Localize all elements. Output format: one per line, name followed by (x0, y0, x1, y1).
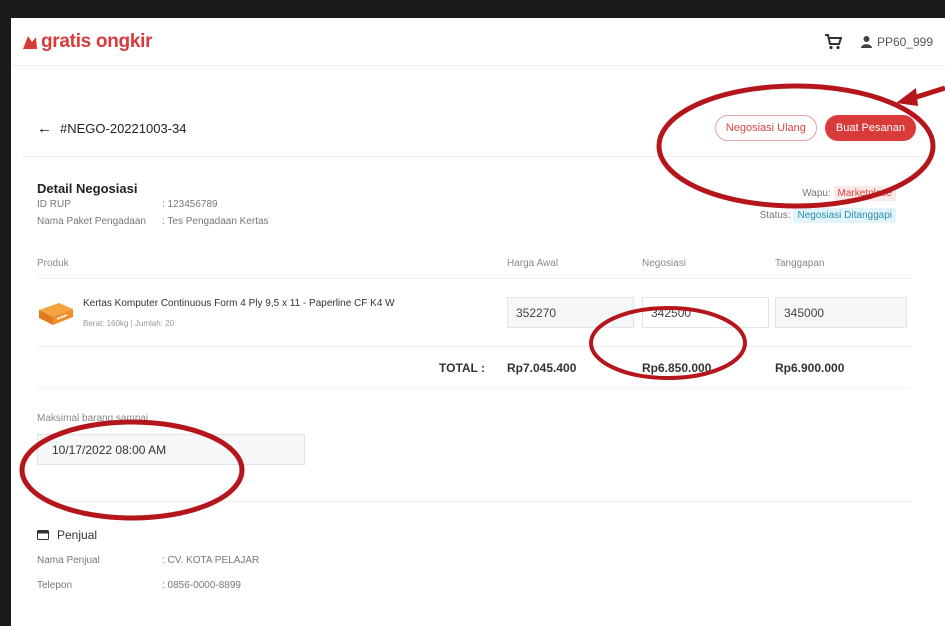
logo[interactable]: gratis ongkir (21, 31, 152, 53)
store-icon (37, 530, 49, 540)
seller-phone-row: Telepon : 0856-0000-8899 (37, 580, 911, 591)
product-cell: Kertas Komputer Continuous Form 4 Ply 9,… (37, 298, 507, 328)
total-harga-awal: Rp7.045.400 (507, 360, 577, 375)
seller-name-key: Nama Penjual (37, 555, 100, 566)
package-key: Nama Paket Pengadaan (37, 216, 146, 227)
header-negosiasi: Negosiasi (642, 258, 686, 269)
seller-name-value: : CV. KOTA PELAJAR (162, 555, 260, 566)
seller-name-row: Nama Penjual : CV. KOTA PELAJAR (37, 555, 911, 566)
tanggapan-field: 345000 (775, 297, 907, 328)
delivery-datetime-input[interactable]: 10/17/2022 08:00 AM (37, 434, 305, 465)
wapu-badge: Marketplace (833, 186, 896, 201)
total-negosiasi: Rp6.850.000 (642, 360, 712, 375)
cart-icon[interactable] (824, 33, 842, 50)
back-arrow-icon: ← (37, 119, 52, 137)
product-name: Kertas Komputer Continuous Form 4 Ply 9,… (83, 297, 395, 309)
delivery-section: Maksimal barang sampai 10/17/2022 08:00 … (37, 389, 911, 502)
total-label: TOTAL : (439, 360, 485, 375)
product-image (39, 302, 73, 325)
negotiation-detail: Detail Negosiasi ID RUP : 123456789 Nama… (37, 157, 911, 249)
username: PP60_999 (876, 34, 933, 49)
rup-key: ID RUP (37, 199, 71, 210)
delivery-label: Maksimal barang sampai (37, 413, 149, 424)
table-row: Kertas Komputer Continuous Form 4 Ply 9,… (37, 279, 911, 347)
rup-value: : 123456789 (162, 199, 218, 210)
seller-phone-key: Telepon (37, 580, 73, 591)
total-row: TOTAL : Rp7.045.400 Rp6.850.000 Rp6.900.… (37, 347, 911, 389)
card-header: ← #NEGO-20221003-34 Negosiasi Ulang Buat… (22, 100, 926, 157)
total-tanggapan: Rp6.900.000 (775, 360, 845, 375)
table-header: Produk Harga Awal Negosiasi Tanggapan (37, 249, 911, 279)
logo-text: gratis ongkir (41, 30, 153, 52)
negosiasi-field[interactable]: 342500 (642, 297, 769, 328)
negotiation-card: ← #NEGO-20221003-34 Negosiasi Ulang Buat… (22, 100, 926, 620)
user-menu[interactable]: PP60_999 (860, 35, 933, 49)
create-order-button[interactable]: Buat Pesanan (824, 115, 916, 141)
logo-mark-icon (23, 35, 37, 49)
status-label: Status: (759, 210, 791, 221)
page-title: #NEGO-20221003-34 (60, 120, 187, 136)
header-tanggapan: Tanggapan (775, 258, 825, 269)
back-link[interactable]: ← #NEGO-20221003-34 (37, 120, 186, 137)
seller-section: Penjual Nama Penjual : CV. KOTA PELAJAR … (37, 502, 911, 591)
user-icon (860, 36, 872, 48)
top-navbar: gratis ongkir PP60_999 (11, 18, 945, 66)
status-block: Wapu: Marketplace Status: Negosiasi Dita… (759, 186, 896, 232)
harga-awal-field: 352270 (507, 297, 634, 328)
status-badge: Negosiasi Ditanggapi (793, 208, 896, 223)
header-produk: Produk (37, 258, 69, 269)
package-value: : Tes Pengadaan Kertas (162, 216, 269, 227)
header-harga-awal: Harga Awal (507, 258, 558, 269)
seller-phone-value: : 0856-0000-8899 (162, 580, 241, 591)
seller-title: Penjual (37, 528, 911, 542)
renegotiate-button[interactable]: Negosiasi Ulang (714, 115, 817, 141)
product-meta: Berat: 160kg | Jumlah: 20 (83, 318, 175, 328)
seller-title-text: Penjual (57, 528, 98, 542)
wapu-label: Wapu: (802, 188, 831, 199)
